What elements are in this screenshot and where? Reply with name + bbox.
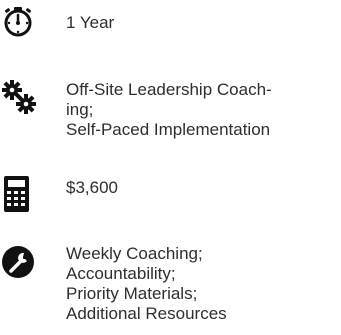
feature-includes-line: Additional Resources [66, 304, 227, 323]
feature-includes-line: Priority Materials; [66, 284, 198, 303]
feature-includes-text: Weekly Coaching; Accountability; Priorit… [66, 244, 341, 324]
stopwatch-icon [0, 0, 40, 40]
wrench-icon [0, 244, 40, 284]
feature-delivery-line: ing; [66, 100, 94, 119]
feature-price-text: $3,600 [66, 178, 341, 198]
feature-delivery-text: Off-Site Leadership Coach- ing; Self-Pac… [66, 80, 341, 140]
feature-delivery-line: Self-Paced Implementation [66, 120, 271, 139]
feature-price-line: $3,600 [66, 178, 118, 197]
gears-icon [0, 80, 40, 120]
calculator-icon [0, 175, 40, 215]
feature-delivery-line: Off-Site Leadership Coach- [66, 80, 272, 99]
feature-includes-line: Weekly Coaching; [66, 244, 203, 263]
feature-term-text: 1 Year [66, 13, 341, 33]
feature-term-line: 1 Year [66, 13, 115, 32]
feature-includes-line: Accountability; [66, 264, 176, 283]
